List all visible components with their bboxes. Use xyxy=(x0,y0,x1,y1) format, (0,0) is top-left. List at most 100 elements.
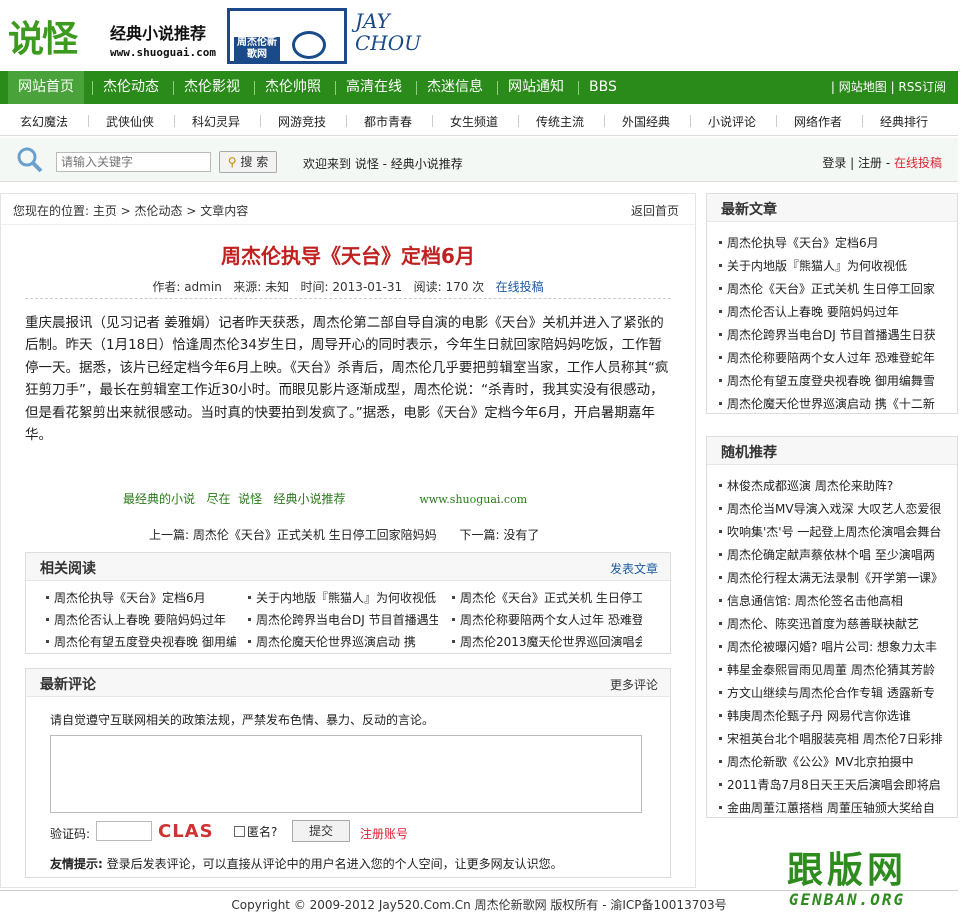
search-button[interactable]: ⚲ 搜 索 xyxy=(219,151,277,173)
latest-item[interactable]: 周杰伦魔天伦世界巡演启动 携《十二新 xyxy=(719,395,951,412)
nav-item-fans[interactable]: 杰迷信息 xyxy=(417,71,493,104)
anonymous-checkbox[interactable]: 匿名? xyxy=(234,823,277,840)
category-item[interactable]: 武侠仙侠 xyxy=(106,113,154,130)
bullet xyxy=(719,333,722,336)
bullet xyxy=(719,356,722,359)
bullet xyxy=(452,596,455,599)
nav-right-links[interactable]: | 网站地图 | RSS订阅 xyxy=(831,71,946,104)
random-header: 随机推荐 xyxy=(707,437,957,465)
category-nav: 玄幻魔法 武侠仙侠 科幻灵异 网游竞技 都市青春 女生频道 传统主流 外国经典 … xyxy=(0,106,958,136)
submit-article-link[interactable]: 在线投稿 xyxy=(894,156,942,170)
random-item[interactable]: 林俊杰成都巡演 周杰伦来助阵? xyxy=(719,477,951,494)
bullet xyxy=(719,714,722,717)
random-item[interactable]: 韩庚周杰伦甄子丹 网易代言你选谁 xyxy=(719,707,951,724)
random-item[interactable]: 周杰伦确定献声蔡依林个唱 至少演唱两 xyxy=(719,546,951,563)
login-link[interactable]: 登录 xyxy=(822,156,846,170)
category-item[interactable]: 外国经典 xyxy=(622,113,670,130)
bullet xyxy=(248,596,251,599)
latest-item[interactable]: 周杰伦有望五度登央视春晚 御用编舞雪 xyxy=(719,372,951,389)
bullet xyxy=(719,310,722,313)
comment-rules: 请自觉遵守互联网相关的政策法规，严禁发布色情、暴力、反动的言论。 xyxy=(50,713,435,727)
category-item[interactable]: 都市青春 xyxy=(364,113,412,130)
random-item[interactable]: 金曲周董江蕙搭档 周董压轴颁大奖给自 xyxy=(719,799,951,816)
random-item[interactable]: 周杰伦新歌《公公》MV北京拍摄中 xyxy=(719,753,951,770)
random-item[interactable]: 方文山继续与周杰伦合作专辑 透露新专 xyxy=(719,684,951,701)
category-item[interactable]: 网络作者 xyxy=(794,113,842,130)
category-item[interactable]: 小说评论 xyxy=(708,113,756,130)
related-item[interactable]: 关于内地版『熊猫人』为何收视低 xyxy=(248,589,438,606)
site-logo[interactable]: 说怪 经典小说推荐 www.shuoguai.com xyxy=(8,10,216,64)
comment-textarea[interactable] xyxy=(50,735,642,813)
bullet xyxy=(46,618,49,621)
comment-submit-button[interactable]: 提交 xyxy=(292,820,350,842)
random-item[interactable]: 周杰伦当MV导演入戏深 大叹艺人恋爱很 xyxy=(719,500,951,517)
bullet xyxy=(719,241,722,244)
meta-submit-link[interactable]: 在线投稿 xyxy=(496,280,544,294)
random-item[interactable]: 韩星金泰熙冒雨见周董 周杰伦猜其芳龄 xyxy=(719,661,951,678)
latest-item[interactable]: 周杰伦称要陪两个女人过年 恐难登蛇年 xyxy=(719,349,951,366)
banner-circle-icon xyxy=(292,31,326,59)
related-item[interactable]: 周杰伦称要陪两个女人过年 恐难登 xyxy=(452,611,642,628)
search-input[interactable] xyxy=(56,152,211,172)
related-item[interactable]: 周杰伦跨界当电台DJ 节目首播遇生 xyxy=(248,611,438,628)
random-item[interactable]: 宋祖英台北个唱服装亮相 周杰伦7日彩排 xyxy=(719,730,951,747)
register-link[interactable]: 注册 xyxy=(858,156,882,170)
nav-item-home[interactable]: 网站首页 xyxy=(8,71,84,104)
category-item[interactable]: 网游竞技 xyxy=(278,113,326,130)
related-item[interactable]: 周杰伦有望五度登央视春晚 御用编 xyxy=(46,633,236,650)
nav-item-photos[interactable]: 杰伦帅照 xyxy=(255,71,331,104)
prev-next-links[interactable]: 上一篇: 周杰伦《天台》正式关机 生日停工回家陪妈妈 下一篇: 没有了 xyxy=(149,526,539,543)
related-item[interactable]: 周杰伦执导《天台》定档6月 xyxy=(46,589,236,606)
category-item[interactable]: 科幻灵异 xyxy=(192,113,240,130)
category-item[interactable]: 女生频道 xyxy=(450,113,498,130)
latest-item[interactable]: 周杰伦执导《天台》定档6月 xyxy=(719,234,951,251)
category-separator xyxy=(690,115,691,127)
related-item[interactable]: 周杰伦魔天伦世界巡演启动 携 xyxy=(248,633,438,650)
random-item[interactable]: 周杰伦行程太满无法录制《开学第一课》 xyxy=(719,569,951,586)
promo-url[interactable]: www.shuoguai.com xyxy=(419,493,527,506)
nav-item-news[interactable]: 杰伦动态 xyxy=(93,71,169,104)
nav-item-movies[interactable]: 杰伦影视 xyxy=(174,71,250,104)
random-item[interactable]: 周杰伦、陈奕迅首度为慈善联袂献艺 xyxy=(719,615,951,632)
latest-item[interactable]: 关于内地版『熊猫人』为何收视低 xyxy=(719,257,951,274)
related-item[interactable]: 周杰伦《天台》正式关机 生日停工 xyxy=(452,589,642,606)
related-item[interactable]: 周杰伦2013魔天伦世界巡回演唱会 xyxy=(452,633,642,650)
latest-header: 最新文章 xyxy=(707,194,957,222)
watermark-en: GENBAN.ORG xyxy=(788,890,906,909)
category-item[interactable]: 玄幻魔法 xyxy=(20,113,68,130)
category-item[interactable]: 经典排行 xyxy=(880,113,928,130)
latest-item[interactable]: 周杰伦《天台》正式关机 生日停工回家 xyxy=(719,280,951,297)
post-article-link[interactable]: 发表文章 xyxy=(610,560,658,577)
latest-articles-box: 最新文章 周杰伦执导《天台》定档6月 关于内地版『熊猫人』为何收视低 周杰伦《天… xyxy=(706,193,958,414)
random-item[interactable]: 信息通信馆: 周杰伦签名击他高相 xyxy=(719,592,951,609)
user-links: 登录 | 注册 - 在线投稿 xyxy=(822,156,942,170)
register-account-link[interactable]: 注册账号 xyxy=(360,825,408,842)
captcha-image[interactable]: CLAS xyxy=(158,821,214,842)
more-comments-link[interactable]: 更多评论 xyxy=(610,676,658,693)
back-home-link[interactable]: 返回首页 xyxy=(631,202,679,219)
category-separator xyxy=(346,115,347,127)
promo-text: 最经典的小说 尽在 说怪 经典小说推荐 xyxy=(123,492,346,506)
article-body: 重庆晨报讯（见习记者 姜雅娟）记者昨天获悉，周杰伦第二部自导自演的电影《天台》关… xyxy=(25,315,669,444)
random-item[interactable]: 周杰伦被曝闪婚? 唱片公司: 想象力太丰 xyxy=(719,638,951,655)
random-item[interactable]: 2011青岛7月8日天王天后演唱会即将启 xyxy=(719,776,951,793)
breadcrumb[interactable]: 您现在的位置: 主页 > 杰伦动态 > 文章内容 xyxy=(13,202,248,219)
bullet xyxy=(719,599,722,602)
jay-chou-logo: JAY CHOU xyxy=(355,9,421,55)
captcha-input[interactable] xyxy=(96,821,152,841)
latest-item[interactable]: 周杰伦跨界当电台DJ 节目首播遇生日获 xyxy=(719,326,951,343)
random-item[interactable]: 吹响集'杰'号 一起登上周杰伦演唱会舞台 xyxy=(719,523,951,540)
bullet xyxy=(719,553,722,556)
category-separator xyxy=(776,115,777,127)
nav-item-hd[interactable]: 高清在线 xyxy=(336,71,412,104)
banner-box-text: 周杰伦新歌网 xyxy=(234,37,280,61)
jay-banner-logo[interactable]: 周杰伦新歌网 xyxy=(227,8,347,64)
nav-item-notice[interactable]: 网站通知 xyxy=(498,71,574,104)
nav-item-bbs[interactable]: BBS xyxy=(579,71,627,104)
category-separator xyxy=(518,115,519,127)
category-item[interactable]: 传统主流 xyxy=(536,113,584,130)
latest-item[interactable]: 周杰伦否认上春晚 要陪妈妈过年 xyxy=(719,303,951,320)
related-title: 相关阅读 xyxy=(40,561,96,577)
related-item[interactable]: 周杰伦否认上春晚 要陪妈妈过年 xyxy=(46,611,236,628)
related-header: 相关阅读 发表文章 xyxy=(26,553,670,581)
